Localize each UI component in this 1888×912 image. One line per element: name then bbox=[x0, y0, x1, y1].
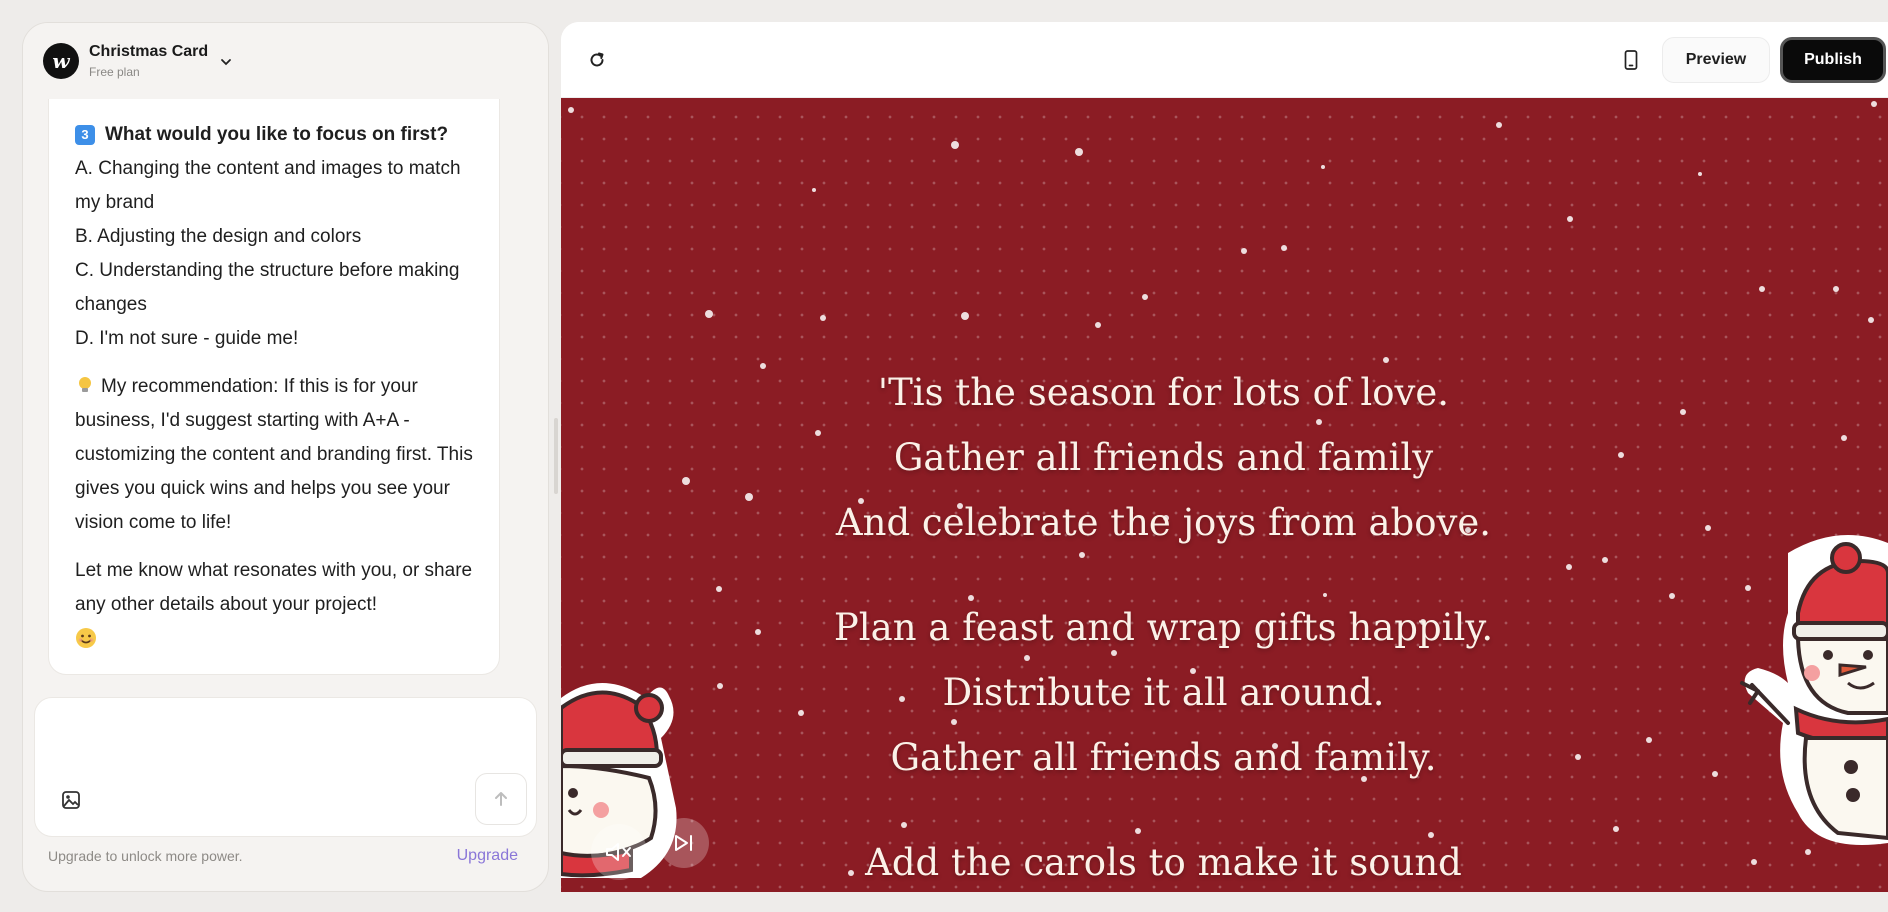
attach-image-button[interactable] bbox=[59, 788, 83, 812]
message-input[interactable] bbox=[51, 708, 511, 768]
card-poem: 'Tis the season for lots of love. Gather… bbox=[561, 360, 1766, 892]
chevron-down-icon bbox=[221, 59, 232, 66]
poem-line: Add the carols to make it sound bbox=[865, 841, 1462, 884]
chat-footer: Upgrade to unlock more power. Upgrade bbox=[48, 847, 518, 865]
poem-line: And celebrate the joys from above. bbox=[835, 501, 1492, 544]
message-composer bbox=[34, 697, 537, 837]
stanza-1: 'Tis the season for lots of love. Gather… bbox=[561, 360, 1766, 555]
publish-button[interactable]: Publish bbox=[1780, 37, 1886, 83]
smile-emoji-icon bbox=[76, 628, 96, 648]
poem-line: Gather all friends and family bbox=[893, 436, 1434, 479]
refresh-button[interactable] bbox=[585, 48, 609, 72]
preview-panel: Preview Publish 'Tis the season for lots… bbox=[561, 22, 1888, 892]
option-d: D. I'm not sure - guide me! bbox=[75, 328, 299, 349]
arrow-up-icon bbox=[495, 792, 507, 806]
recommendation: My recommendation: If this is for your b… bbox=[75, 370, 473, 540]
snowman-right-illustration bbox=[1740, 535, 1888, 845]
chat-panel: w Christmas Card Free plan 3 What would … bbox=[22, 22, 549, 892]
project-meta: Christmas Card Free plan bbox=[89, 43, 208, 79]
option-c: C. Understanding the structure before ma… bbox=[75, 260, 460, 315]
poem-line: Plan a feast and wrap gifts happily. bbox=[833, 606, 1494, 649]
plan-label: Free plan bbox=[89, 65, 140, 79]
project-menu-chevron[interactable] bbox=[216, 52, 236, 72]
poem-line: Distribute it all around. bbox=[942, 671, 1385, 714]
poem-line: 'Tis the season for lots of love. bbox=[877, 371, 1450, 414]
stanza-2: Plan a feast and wrap gifts happily. Dis… bbox=[561, 595, 1766, 790]
option-list: A. Changing the content and images to ma… bbox=[75, 152, 473, 356]
panel-resize-handle[interactable] bbox=[554, 418, 558, 494]
keycap-3-icon: 3 bbox=[75, 125, 95, 145]
send-button[interactable] bbox=[475, 773, 527, 825]
preview-toolbar: Preview Publish bbox=[561, 22, 1888, 98]
app-logo: w bbox=[43, 43, 79, 79]
image-attach-icon bbox=[62, 791, 80, 809]
mobile-view-button[interactable] bbox=[1619, 48, 1643, 72]
poem-line: Gather all friends and family. bbox=[890, 736, 1437, 779]
upgrade-note: Upgrade to unlock more power. bbox=[48, 848, 243, 864]
question-text: What would you like to focus on first? bbox=[105, 124, 449, 145]
skip-track-button[interactable] bbox=[659, 818, 709, 868]
closing-text: Let me know what resonates with you, or … bbox=[75, 560, 473, 615]
recommendation-text: My recommendation: If this is for your b… bbox=[75, 376, 473, 533]
preview-button[interactable]: Preview bbox=[1662, 37, 1770, 83]
project-header: w Christmas Card Free plan bbox=[23, 23, 548, 99]
question-heading: 3 What would you like to focus on first? bbox=[75, 118, 473, 152]
christmas-card-canvas: 'Tis the season for lots of love. Gather… bbox=[561, 98, 1888, 892]
refresh-icon bbox=[590, 52, 604, 67]
option-a: A. Changing the content and images to ma… bbox=[75, 158, 461, 213]
project-title[interactable]: Christmas Card bbox=[89, 43, 208, 61]
lightbulb-icon bbox=[79, 377, 91, 392]
mute-icon bbox=[606, 843, 631, 861]
upgrade-link[interactable]: Upgrade bbox=[457, 847, 518, 865]
closing-message: Let me know what resonates with you, or … bbox=[75, 554, 473, 656]
mute-button[interactable] bbox=[591, 824, 647, 880]
assistant-message: 3 What would you like to focus on first?… bbox=[48, 71, 500, 675]
phone-icon bbox=[1624, 50, 1638, 70]
stanza-3: Add the carols to make it sound bbox=[561, 830, 1766, 892]
option-b: B. Adjusting the design and colors bbox=[75, 226, 362, 247]
skip-next-icon bbox=[675, 835, 692, 851]
